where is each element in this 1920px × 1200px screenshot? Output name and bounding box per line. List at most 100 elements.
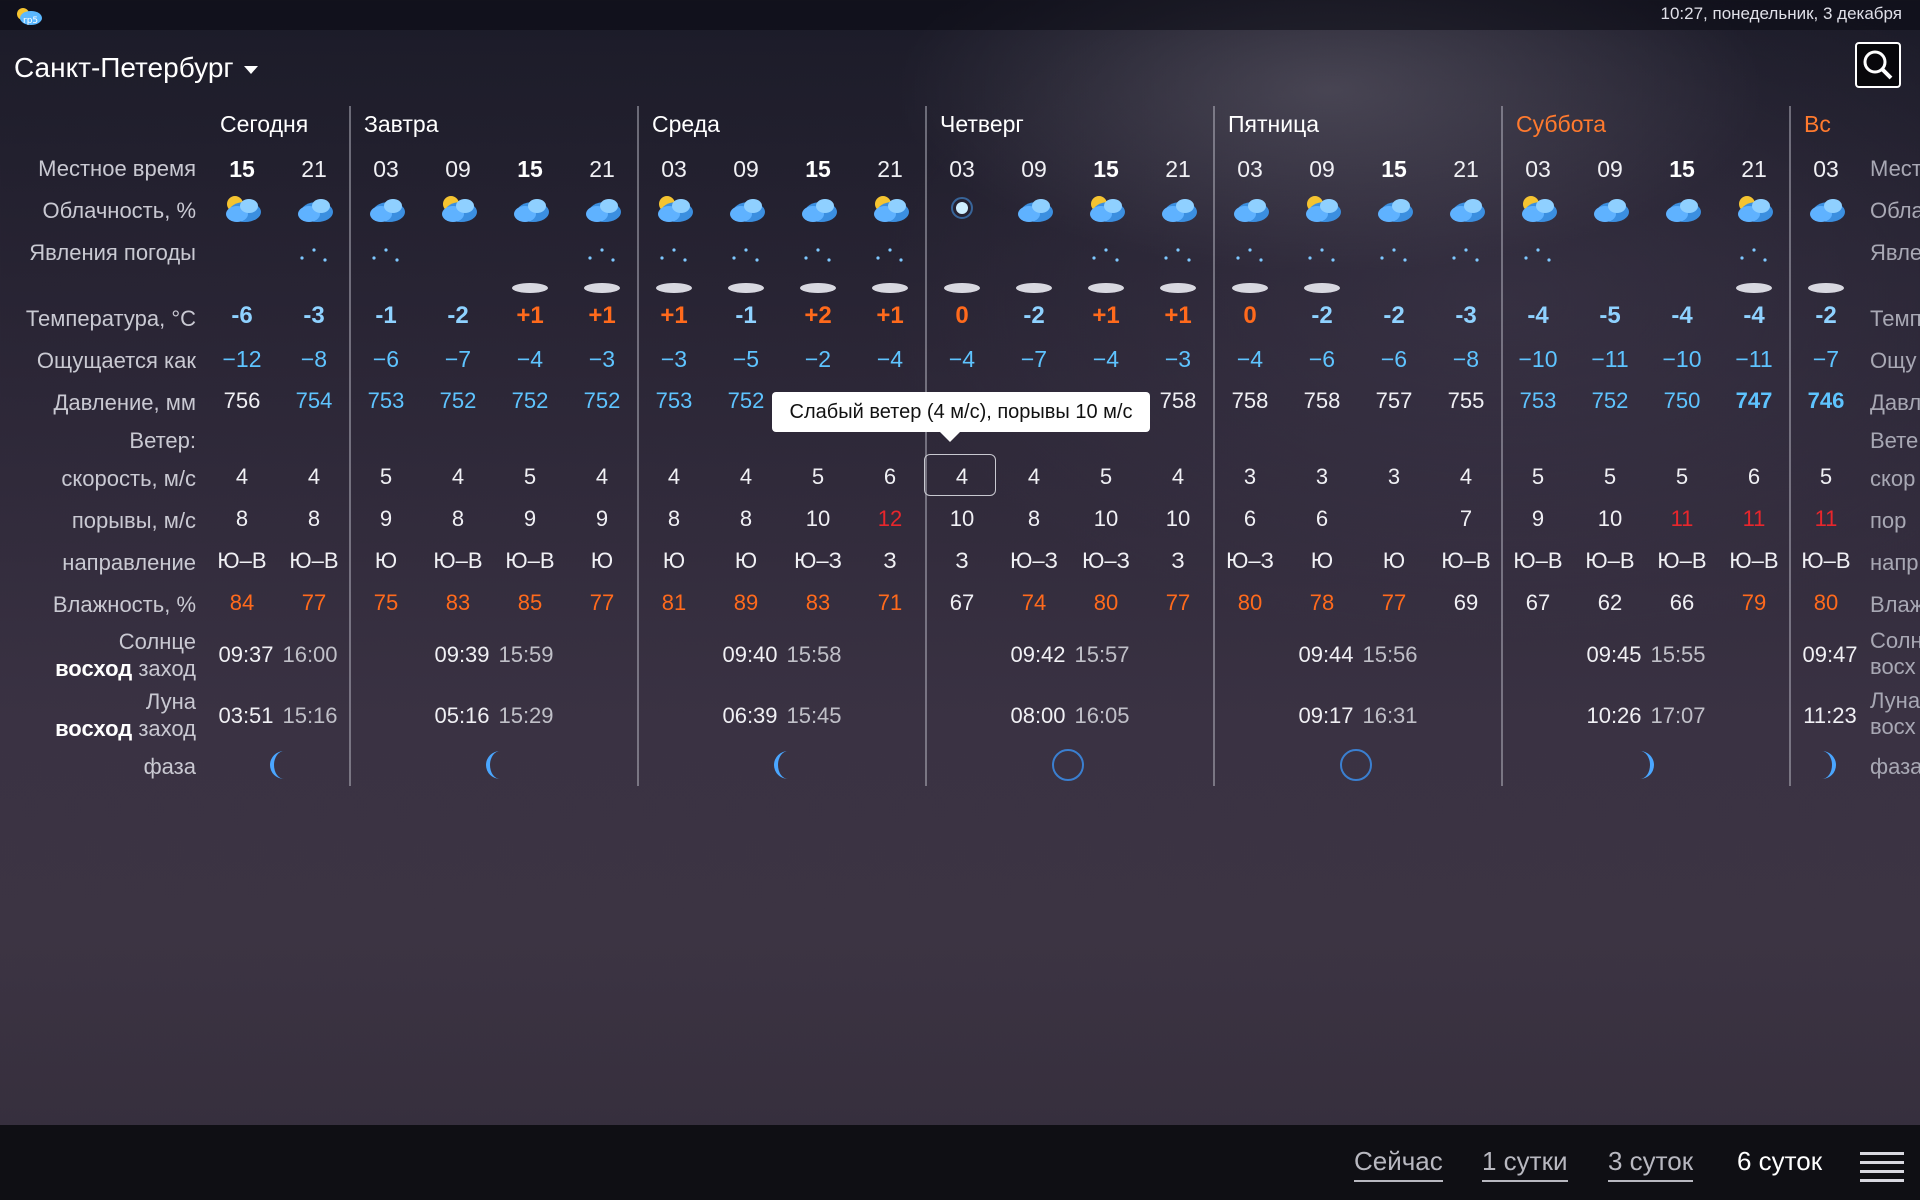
sunrise-time: 09:44 — [1298, 642, 1354, 667]
humidity-cell: 79 — [1741, 590, 1767, 615]
wind-direction-cell: Ю–В — [1585, 548, 1635, 573]
humidity-cell: 77 — [1165, 590, 1191, 615]
search-button[interactable] — [1855, 42, 1901, 88]
feels-like-cell: −8 — [1452, 346, 1480, 372]
snow-icon — [660, 248, 687, 262]
tab-1-day[interactable]: 1 сутки — [1482, 1146, 1568, 1182]
city-name: Санкт-Петербург — [14, 52, 234, 83]
right-row-label: Солн — [1870, 628, 1920, 653]
wind-speed-cell: 4 — [307, 464, 321, 489]
wind-speed-cell: 4 — [1171, 464, 1185, 489]
fog-icon — [872, 283, 908, 293]
sunrise-time: 09:45 — [1586, 642, 1642, 667]
right-row-label: восх — [1870, 714, 1916, 739]
fog-icon — [512, 283, 548, 293]
tab-6-days[interactable]: 6 суток — [1737, 1146, 1822, 1177]
fog-icon — [944, 283, 980, 293]
day-header: Завтра — [364, 111, 439, 137]
label-wind-speed: скорость, м/с — [61, 466, 196, 491]
hour-cell: 15 — [1093, 156, 1119, 182]
cloud-icon — [586, 199, 621, 222]
hour-cell: 15 — [805, 156, 831, 182]
cloud-icon — [730, 199, 765, 222]
sunrise-time: 09:40 — [722, 642, 778, 667]
tab-now[interactable]: Сейчас — [1354, 1146, 1443, 1182]
cloud-icon — [226, 196, 261, 222]
pressure-cell: 752 — [439, 388, 477, 413]
temperature-cell: -2 — [1311, 302, 1333, 329]
wind-gust-cell: 11 — [1742, 506, 1766, 531]
wind-gust-cell: 11 — [1670, 506, 1694, 531]
wind-direction-cell: Ю–З — [794, 548, 842, 573]
temperature-cell: -6 — [231, 302, 253, 329]
feels-like-cell: −3 — [588, 346, 616, 372]
status-clock: 10:27, понедельник, 3 декабря — [1660, 4, 1903, 23]
wind-direction-cell: Ю — [734, 548, 758, 573]
label-wind: Ветер: — [129, 428, 196, 453]
pressure-cell: 756 — [223, 388, 261, 413]
hour-cell: 15 — [229, 156, 255, 182]
wind-gust-cell: 8 — [451, 506, 465, 531]
wind-direction-cell: Ю–В — [1729, 548, 1779, 573]
temperature-cell: +1 — [660, 302, 688, 329]
pressure-cell: 752 — [727, 388, 765, 413]
tab-3-days[interactable]: 3 суток — [1608, 1146, 1694, 1182]
humidity-cell: 78 — [1309, 590, 1335, 615]
fog-icon — [656, 283, 692, 293]
right-row-label: пор — [1870, 508, 1907, 533]
feels-like-cell: −11 — [1735, 346, 1773, 372]
cloud-icon — [298, 199, 333, 222]
wind-gust-cell: 8 — [235, 506, 249, 531]
feels-like-cell: −7 — [1812, 346, 1840, 372]
wind-gust-cell: 10 — [949, 506, 975, 531]
temperature-cell: -4 — [1671, 302, 1693, 329]
label-sun: Солнце восход заход — [0, 628, 196, 682]
humidity-cell: 80 — [1093, 590, 1119, 615]
cloud-icon — [1738, 196, 1773, 222]
humidity-cell: 83 — [805, 590, 831, 615]
fog-icon — [1160, 283, 1196, 293]
humidity-cell: 71 — [877, 590, 903, 615]
wind-speed-cell: 5 — [1675, 464, 1689, 489]
humidity-cell: 69 — [1453, 590, 1479, 615]
hamburger-menu-icon[interactable] — [1860, 1152, 1904, 1182]
pressure-cell: 752 — [583, 388, 621, 413]
app-badge-text: rp5 — [23, 16, 38, 26]
hour-cell: 21 — [301, 156, 327, 182]
wind-speed-cell: 4 — [451, 464, 465, 489]
temperature-cell: +1 — [516, 302, 544, 329]
pressure-cell: 758 — [1231, 388, 1269, 413]
fog-icon — [584, 283, 620, 293]
feels-like-cell: −11 — [1591, 346, 1629, 372]
temperature-cell: +1 — [588, 302, 616, 329]
right-row-label: Ощу — [1870, 348, 1917, 373]
snow-icon — [1740, 248, 1767, 262]
feels-like-cell: −3 — [660, 346, 688, 372]
feels-like-cell: −10 — [1518, 346, 1558, 372]
feels-like-cell: −12 — [222, 346, 262, 372]
hour-cell: 21 — [1165, 156, 1191, 182]
right-row-label: Луна — [1870, 688, 1920, 713]
label-phenomena: Явления погоды — [29, 240, 196, 265]
right-row-label: скор — [1870, 466, 1916, 491]
city-selector[interactable]: Санкт-Петербург — [14, 52, 258, 84]
day-header: Пятница — [1228, 111, 1320, 137]
hour-cell: 03 — [661, 156, 687, 182]
feels-like-cell: −6 — [1308, 346, 1336, 372]
day-separator — [1213, 106, 1215, 786]
moon-phase-icon — [1340, 749, 1372, 781]
moonrise-time: 08:00 — [1010, 703, 1066, 728]
wind-speed-cell: 4 — [1459, 464, 1473, 489]
moonrise-time: 10:26 — [1586, 703, 1642, 728]
cloud-icon — [514, 199, 549, 222]
pressure-cell: 752 — [1591, 388, 1629, 413]
feels-like-cell: −4 — [516, 346, 544, 372]
wind-gust-cell: 8 — [307, 506, 321, 531]
right-row-label: Давл — [1870, 390, 1920, 415]
cloud-icon — [658, 196, 693, 222]
wind-gust-cell: 12 — [877, 506, 903, 531]
caret-down-icon — [243, 66, 258, 74]
sunset-time: 16:00 — [282, 642, 338, 667]
day-header: Четверг — [940, 111, 1024, 137]
wind-direction-cell: Ю–В — [289, 548, 339, 573]
